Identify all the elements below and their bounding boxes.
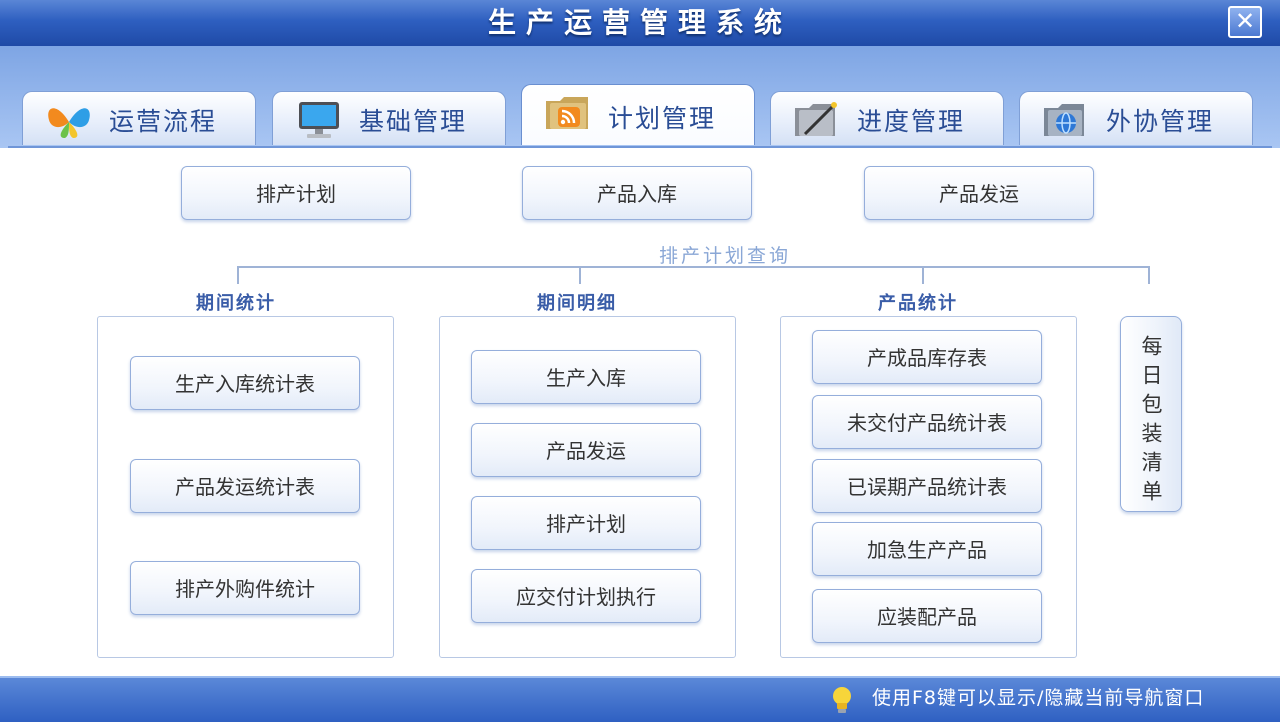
connector-line <box>237 266 239 284</box>
tab-label: 计划管理 <box>608 104 717 133</box>
product-shipping-detail-button[interactable]: 产品发运 <box>471 423 701 477</box>
outsourced-parts-stats-button[interactable]: 排产外购件统计 <box>130 561 360 615</box>
tab-progress-management[interactable]: 进度管理 <box>770 91 1004 145</box>
product-shipping-button[interactable]: 产品发运 <box>864 166 1094 220</box>
title-bar: 生产运营管理系统 ✕ <box>0 0 1280 46</box>
rss-folder-icon <box>546 97 588 129</box>
product-stats-title: 产品统计 <box>878 293 958 314</box>
production-storage-detail-button[interactable]: 生产入库 <box>471 350 701 404</box>
tab-operations-flow[interactable]: 运营流程 <box>22 91 256 145</box>
tab-plan-management[interactable]: 计划管理 <box>521 84 755 145</box>
globe-folder-icon <box>1044 104 1084 136</box>
tab-label: 基础管理 <box>359 107 468 136</box>
delivery-plan-execution-button[interactable]: 应交付计划执行 <box>471 569 701 623</box>
schedule-plan-button[interactable]: 排产计划 <box>181 166 411 220</box>
butterfly-icon <box>48 108 90 138</box>
period-stats-title: 期间统计 <box>196 293 276 314</box>
connector-line <box>579 266 581 284</box>
connector-line <box>1148 266 1150 284</box>
connector-line <box>237 266 1150 268</box>
status-bar: 使用F8键可以显示/隐藏当前导航窗口 <box>0 676 1280 722</box>
daily-packing-list-button[interactable]: 每日包装清单 <box>1120 316 1182 512</box>
daily-packing-label: 每日包装清单 <box>1139 335 1163 509</box>
overdue-products-stats-button[interactable]: 已误期产品统计表 <box>812 459 1042 513</box>
tab-label: 进度管理 <box>857 107 966 136</box>
connector-line <box>922 266 924 284</box>
tab-label: 外协管理 <box>1106 107 1215 136</box>
storage-stats-report-button[interactable]: 生产入库统计表 <box>130 356 360 410</box>
urgent-production-button[interactable]: 加急生产产品 <box>812 522 1042 576</box>
finished-goods-inventory-button[interactable]: 产成品库存表 <box>812 330 1042 384</box>
tab-outsourcing-management[interactable]: 外协管理 <box>1019 91 1253 145</box>
assembly-products-button[interactable]: 应装配产品 <box>812 589 1042 643</box>
schedule-plan-detail-button[interactable]: 排产计划 <box>471 496 701 550</box>
product-storage-button[interactable]: 产品入库 <box>522 166 752 220</box>
shipping-stats-report-button[interactable]: 产品发运统计表 <box>130 459 360 513</box>
close-button[interactable]: ✕ <box>1228 6 1262 38</box>
tab-label: 运营流程 <box>109 107 218 136</box>
lightbulb-icon <box>833 687 851 713</box>
period-detail-title: 期间明细 <box>537 293 617 314</box>
schedule-query-label: 排产计划查询 <box>658 245 791 267</box>
monitor-icon <box>299 102 339 138</box>
tab-basic-management[interactable]: 基础管理 <box>272 91 506 145</box>
window-title: 生产运营管理系统 <box>487 6 792 39</box>
folder-wand-icon <box>795 102 837 136</box>
status-text: 使用F8键可以显示/隐藏当前导航窗口 <box>872 687 1205 709</box>
undelivered-products-stats-button[interactable]: 未交付产品统计表 <box>812 395 1042 449</box>
